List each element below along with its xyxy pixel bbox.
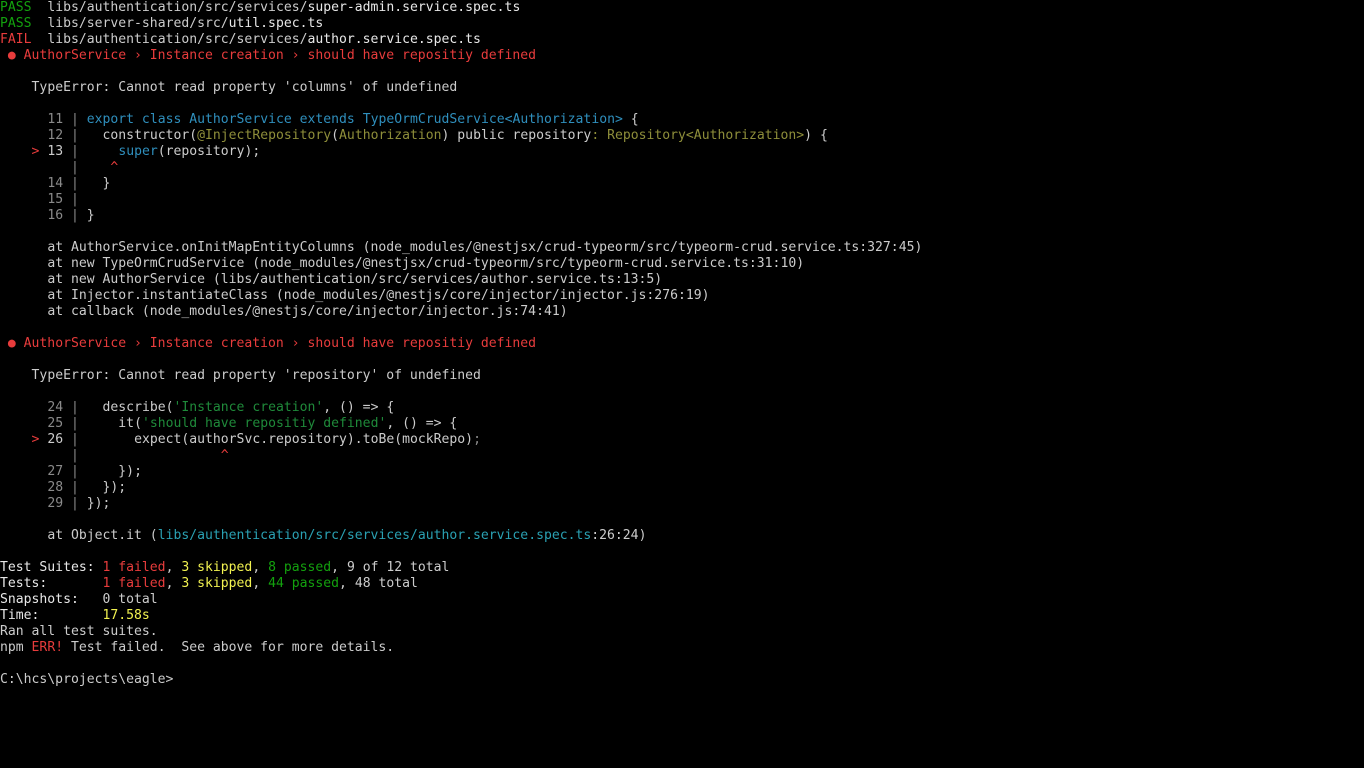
summary-ran: Ran all test suites. [0,624,158,639]
result-dir: libs/authentication/src/services/ [47,32,308,47]
caret-marker: ^ [110,160,119,175]
code-line-highlight: > 26 | expect(authorSvc.repository).toBe… [31,432,481,447]
error-message: TypeError: Cannot read property 'columns… [31,80,458,95]
code-line: 16 | } [47,208,95,223]
result-file: super-admin.service.spec.ts [307,0,521,15]
status-pass: PASS [0,16,32,31]
code-caret-line: | ^ [70,160,119,175]
chevron-right-icon: > [31,432,40,447]
code-line: 11 | export class AuthorService extends … [47,112,639,127]
stack-line: at Injector.instantiateClass (node_modul… [47,288,710,303]
code-line: 12 | constructor(@InjectRepository(Autho… [47,128,828,143]
summary-snapshots: Snapshots: 0 total [0,592,158,607]
failure-title: ● AuthorService › Instance creation › sh… [7,48,537,63]
stack-line: at new AuthorService (libs/authenticatio… [47,272,663,287]
result-file: util.spec.ts [228,16,324,31]
code-line: 28 | }); [47,480,127,495]
code-caret-line: | ^ [70,448,229,463]
result-line: FAIL libs/authentication/src/services/au… [0,32,1364,48]
chevron-right-icon: > [31,144,40,159]
summary-suites: Test Suites: 1 failed, 3 skipped, 8 pass… [0,560,450,575]
command-prompt[interactable]: C:\hcs\projects\eagle> [0,672,1364,688]
stack-line: at new TypeOrmCrudService (node_modules/… [47,256,805,271]
result-line: PASS libs/server-shared/src/util.spec.ts [0,16,1364,32]
stack-line: at Object.it (libs/authentication/src/se… [47,528,647,543]
result-dir: libs/server-shared/src/ [47,16,229,31]
code-line: 27 | }); [47,464,142,479]
stack-line: at AuthorService.onInitMapEntityColumns … [47,240,923,255]
code-line: 25 | it('should have repositiy defined',… [47,416,458,431]
code-line: 14 | } [47,176,111,191]
npm-error-line: npm ERR! Test failed. See above for more… [0,640,395,655]
summary-tests: Tests: 1 failed, 3 skipped, 44 passed, 4… [0,576,418,591]
summary-time: Time: 17.58s [0,608,150,623]
terminal-window[interactable]: PASS libs/authentication/src/services/su… [0,0,1364,768]
code-line: 15 | [47,192,87,207]
result-line: PASS libs/authentication/src/services/su… [0,0,1364,16]
status-fail: FAIL [0,32,32,47]
caret-marker: ^ [220,448,229,463]
status-pass: PASS [0,0,32,15]
code-line: 24 | describe('Instance creation', () =>… [47,400,395,415]
code-line-highlight: > 13 | super(repository); [31,144,261,159]
error-message: TypeError: Cannot read property 'reposit… [31,368,481,383]
result-file: author.service.spec.ts [307,32,481,47]
stack-line: at callback (node_modules/@nestjs/core/i… [47,304,568,319]
failure-title: ● AuthorService › Instance creation › sh… [7,336,537,351]
code-line: 29 | }); [47,496,111,511]
result-dir: libs/authentication/src/services/ [47,0,308,15]
